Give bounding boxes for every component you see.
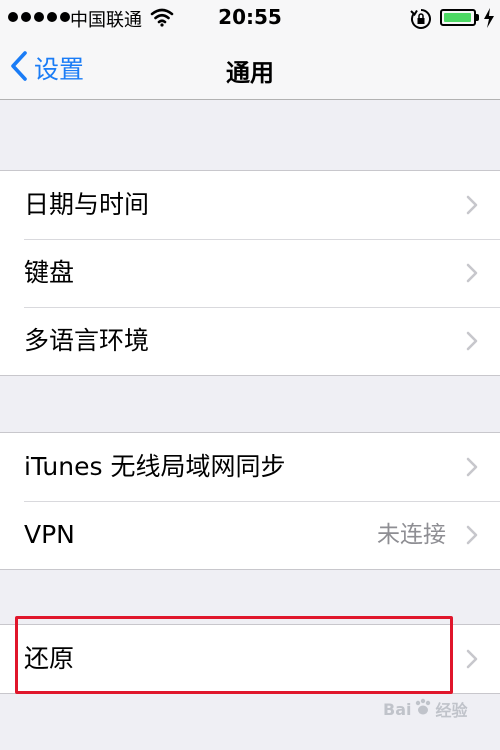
row-international[interactable]: 多语言环境 (0, 307, 500, 375)
row-label: VPN (24, 520, 75, 549)
row-label: 多语言环境 (24, 326, 150, 355)
row-date-time[interactable]: 日期与时间 (0, 171, 500, 239)
page-title: 通用 (226, 59, 274, 87)
settings-group-2: iTunes 无线局域网同步 VPN 未连接 (0, 432, 500, 570)
chevron-right-icon (466, 525, 478, 549)
watermark: Bai 经验 (383, 697, 468, 721)
battery-tip (476, 14, 479, 21)
chevron-right-icon (466, 195, 478, 219)
paw-icon (413, 697, 433, 721)
row-vpn[interactable]: VPN 未连接 (0, 501, 500, 569)
row-label: 日期与时间 (24, 190, 150, 219)
rotation-lock-icon (410, 8, 432, 34)
vpn-status: 未连接 (377, 522, 446, 548)
watermark-text-2: 经验 (435, 701, 468, 720)
battery-level-fill (444, 13, 471, 22)
navigation-bar: 设置 通用 (0, 36, 500, 100)
chevron-right-icon (466, 457, 478, 481)
chevron-right-icon (466, 263, 478, 287)
settings-group-1: 日期与时间 键盘 多语言环境 (0, 170, 500, 376)
row-itunes-wifi-sync[interactable]: iTunes 无线局域网同步 (0, 433, 500, 501)
charging-bolt-icon (483, 8, 495, 32)
row-keyboard[interactable]: 键盘 (0, 239, 500, 307)
chevron-right-icon (466, 649, 478, 673)
chevron-right-icon (466, 331, 478, 355)
status-bar: 中国联通 20:55 (0, 0, 500, 36)
highlight-annotation-box (15, 616, 453, 694)
watermark-text: Bai (383, 699, 412, 719)
battery-icon (440, 9, 476, 26)
row-label: 键盘 (24, 258, 75, 287)
row-label: iTunes 无线局域网同步 (24, 452, 286, 481)
